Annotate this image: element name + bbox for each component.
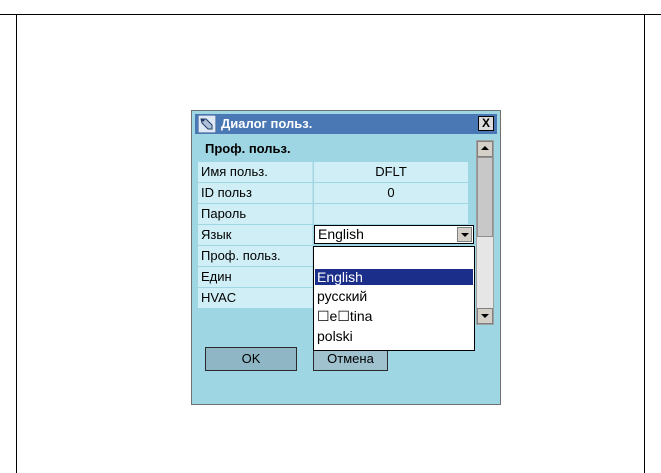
scroll-down-arrow-icon[interactable] (477, 308, 493, 324)
frame-right-line (644, 15, 645, 473)
table-scrollbar[interactable] (476, 140, 494, 325)
close-button[interactable]: X (478, 116, 494, 131)
dialog-titlebar[interactable]: Диалог польз. X (195, 114, 497, 134)
row-user-id: ID польз 0 (198, 183, 468, 203)
username-value[interactable]: DFLT (314, 162, 468, 182)
dialog-title: Диалог польз. (221, 116, 313, 131)
dropdown-option-czech[interactable]: ☐e☐tina (315, 308, 473, 324)
language-select[interactable]: English (314, 225, 474, 244)
row-label: ID польз (198, 183, 313, 203)
row-label: Един (198, 267, 313, 287)
scroll-thumb[interactable] (477, 157, 493, 237)
row-language: Язык English (198, 225, 474, 245)
row-label: Проф. польз. (198, 246, 313, 266)
language-dropdown-list[interactable]: English русский ☐e☐tina polski (313, 246, 475, 351)
row-label: HVAC (198, 288, 313, 308)
language-selected-value: English (318, 226, 364, 242)
frame-left-line (16, 15, 17, 473)
ok-button[interactable]: OK (205, 347, 297, 371)
dropdown-empty-row[interactable] (315, 249, 473, 265)
window-top-bar (0, 0, 661, 15)
scroll-up-arrow-icon[interactable] (477, 141, 493, 157)
dropdown-option-russian[interactable]: русский (315, 288, 473, 304)
row-label: Язык (198, 225, 313, 245)
section-title: Проф. польз. (205, 141, 291, 156)
dropdown-option-english[interactable]: English (315, 269, 473, 285)
row-username: Имя польз. DFLT (198, 162, 468, 182)
row-password: Пароль (198, 204, 468, 224)
user-id-value[interactable]: 0 (314, 183, 468, 203)
row-label: Имя польз. (198, 162, 313, 182)
dropdown-option-polish[interactable]: polski (315, 328, 473, 344)
app-tool-icon (197, 114, 217, 134)
row-label: Пароль (198, 204, 313, 224)
chevron-down-icon[interactable] (457, 227, 472, 242)
password-value[interactable] (314, 204, 468, 224)
